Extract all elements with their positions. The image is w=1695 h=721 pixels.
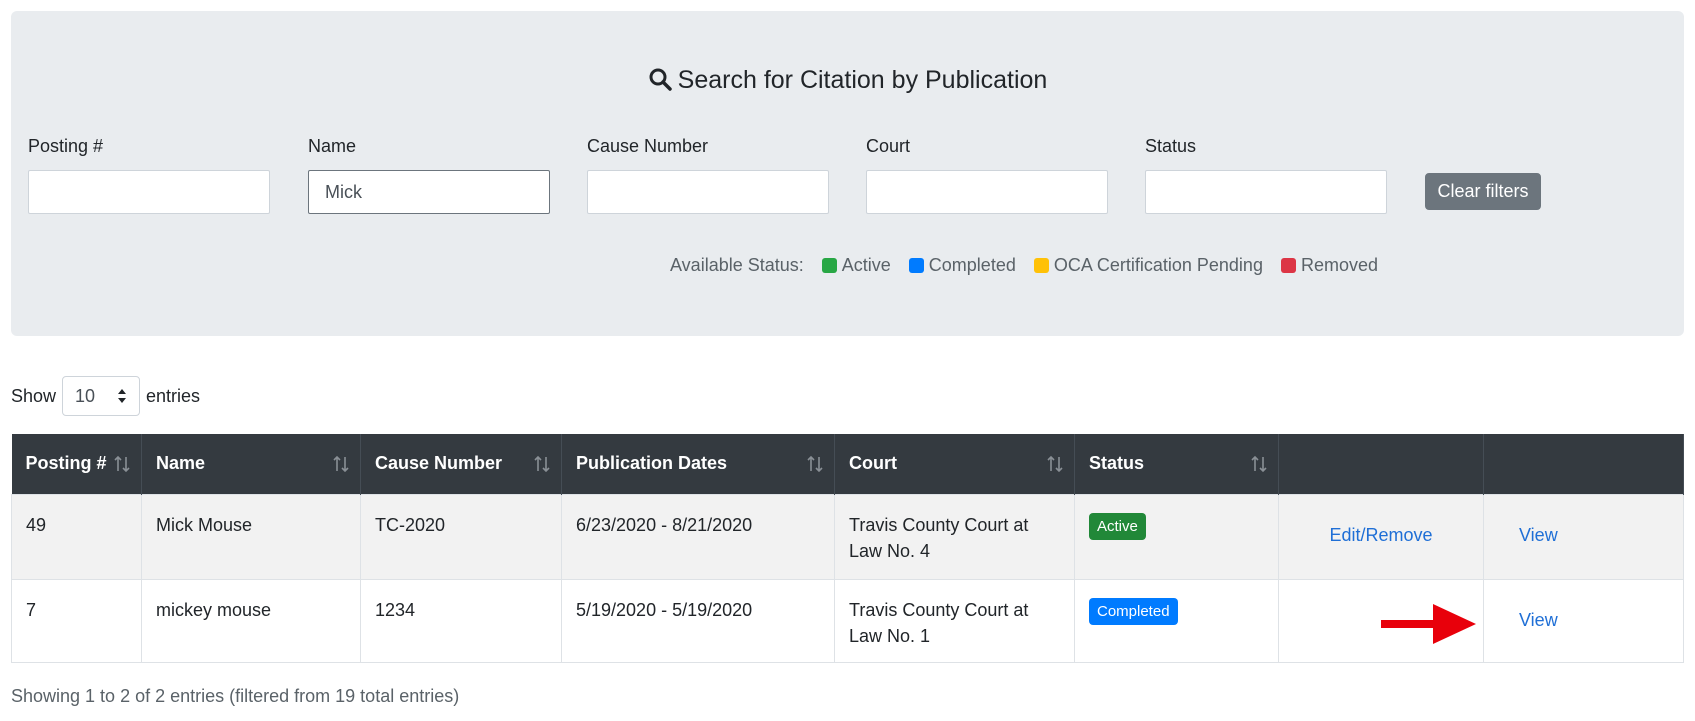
select-caret-icon xyxy=(118,389,127,403)
entries-per-page-value: 10 xyxy=(75,385,96,406)
header-status-label: Status xyxy=(1089,453,1145,474)
status-label: Status xyxy=(1145,136,1197,156)
header-cause-number[interactable]: Cause Number xyxy=(360,434,562,494)
entries-per-page-select[interactable]: 10 xyxy=(62,376,141,416)
cell-view: View xyxy=(1381,578,1684,663)
legend-label: Available Status: xyxy=(670,255,804,275)
header-publication-dates[interactable]: Publication Dates xyxy=(561,434,835,494)
legend-item-removed: Removed xyxy=(1280,255,1378,276)
name-input[interactable] xyxy=(308,170,550,214)
sort-icon xyxy=(1047,455,1063,473)
header-posting-label: Posting # xyxy=(25,453,107,474)
header-court-label: Court xyxy=(849,453,897,474)
cell-status: Completed xyxy=(1074,578,1279,663)
completed-swatch xyxy=(908,258,924,273)
legend-item-active: Active xyxy=(821,255,891,276)
legend-item-oca-pending: OCA Certification Pending xyxy=(1033,255,1263,276)
header-status[interactable]: Status xyxy=(1074,434,1279,494)
cell-publication-dates: 6/23/2020 - 8/21/2020 xyxy=(561,493,835,580)
entries-length-control: Show 10 entries xyxy=(11,376,200,416)
table-row: 7 mickey mouse 1234 5/19/2020 - 5/19/202… xyxy=(11,578,1684,663)
header-view xyxy=(1483,434,1684,494)
search-title-text: Search for Citation by Publication xyxy=(677,66,1048,94)
cause-number-input[interactable] xyxy=(587,170,829,214)
search-icon xyxy=(649,68,672,91)
view-link[interactable]: View xyxy=(1519,610,1558,630)
status-input[interactable] xyxy=(1145,170,1387,214)
court-input[interactable] xyxy=(866,170,1108,214)
court-line-1: Travis County Court at xyxy=(849,599,1029,620)
cell-court: Travis County Court at Law No. 4 xyxy=(834,493,1075,580)
sort-icon xyxy=(534,455,550,473)
legend-oca-label: OCA Certification Pending xyxy=(1053,255,1263,275)
edit-remove-link[interactable]: Edit/Remove xyxy=(1329,525,1432,545)
sort-icon xyxy=(807,455,823,473)
status-badge: Active xyxy=(1089,512,1146,540)
table-row: 49 Mick Mouse TC-2020 6/23/2020 - 8/21/2… xyxy=(11,493,1684,580)
legend-completed-label: Completed xyxy=(928,255,1016,275)
header-publication-dates-label: Publication Dates xyxy=(576,453,728,474)
show-label: Show xyxy=(11,385,57,406)
table-header-row: Posting # Name Cause Number Publication … xyxy=(11,434,1684,494)
legend-item-completed: Completed xyxy=(908,255,1016,276)
legend-active-label: Active xyxy=(841,255,891,275)
cell-view: View xyxy=(1483,493,1684,580)
red-arrow-icon xyxy=(1381,603,1476,644)
status-legend: Available Status: Active Completed OCA C… xyxy=(670,255,1378,276)
removed-swatch xyxy=(1280,258,1296,273)
posting-input[interactable] xyxy=(28,170,270,214)
cell-edit: Edit/Remove xyxy=(1278,493,1484,580)
cause-number-label: Cause Number xyxy=(587,136,709,156)
cell-name: mickey mouse xyxy=(141,578,361,663)
search-title: Search for Citation by Publication xyxy=(11,66,1684,95)
cell-publication-dates: 5/19/2020 - 5/19/2020 xyxy=(561,578,835,663)
name-label: Name xyxy=(308,136,357,156)
sort-icon xyxy=(114,455,130,473)
oca-pending-swatch xyxy=(1033,258,1049,273)
header-name-label: Name xyxy=(156,453,206,474)
court-line-2: Law No. 4 xyxy=(849,540,931,561)
header-name[interactable]: Name xyxy=(141,434,361,494)
status-badge: Completed xyxy=(1089,597,1178,625)
header-cause-number-label: Cause Number xyxy=(375,453,503,474)
cell-posting: 49 xyxy=(11,493,142,580)
entries-label: entries xyxy=(146,385,201,406)
header-edit xyxy=(1278,434,1484,494)
court-label: Court xyxy=(866,136,911,156)
cell-court: Travis County Court at Law No. 1 xyxy=(834,578,1075,663)
header-court[interactable]: Court xyxy=(834,434,1075,494)
legend-removed-label: Removed xyxy=(1300,255,1378,275)
court-line-1: Travis County Court at xyxy=(849,514,1029,535)
sort-icon xyxy=(333,455,349,473)
court-line-2: Law No. 1 xyxy=(849,625,931,646)
clear-filters-button[interactable]: Clear filters xyxy=(1425,173,1541,210)
view-link[interactable]: View xyxy=(1519,525,1558,545)
cell-status: Active xyxy=(1074,493,1279,580)
sort-icon xyxy=(1251,455,1267,473)
cell-cause-number: TC-2020 xyxy=(360,493,562,580)
cell-name: Mick Mouse xyxy=(141,493,361,580)
table-info: Showing 1 to 2 of 2 entries (filtered fr… xyxy=(11,686,460,706)
active-swatch xyxy=(821,258,837,273)
cell-cause-number: 1234 xyxy=(360,578,562,663)
header-posting[interactable]: Posting # xyxy=(11,434,142,494)
posting-label: Posting # xyxy=(28,136,104,156)
cell-posting: 7 xyxy=(11,578,142,663)
citations-table: Posting # Name Cause Number Publication … xyxy=(11,434,1684,663)
